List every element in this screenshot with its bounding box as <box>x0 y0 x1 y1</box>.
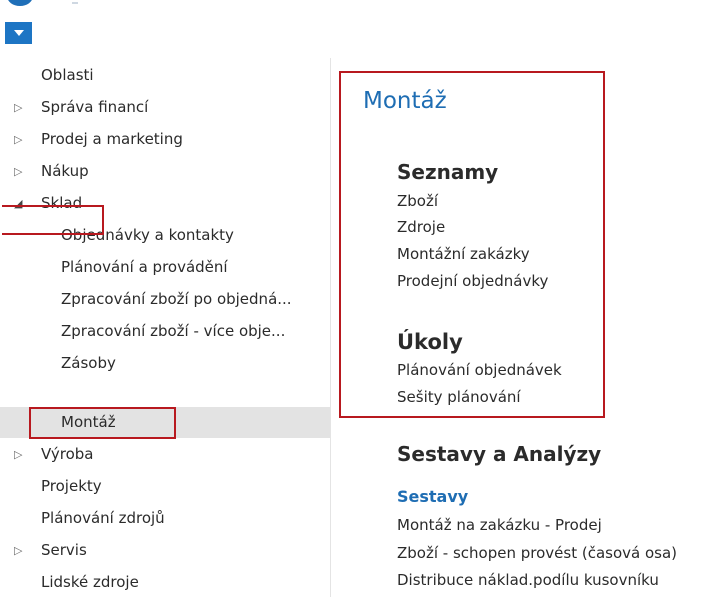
nav-item-label: Zpracování zboží po objedná... <box>61 290 292 308</box>
link-zbozi[interactable]: Zboží <box>397 192 438 210</box>
link-planovani-objednavek[interactable]: Plánování objednávek <box>397 361 562 379</box>
nav-item-label: Výroba <box>41 445 94 463</box>
link-zbozi-schopen-provest[interactable]: Zboží - schopen provést (časová osa) <box>397 544 677 562</box>
link-prodejni-objednavky[interactable]: Prodejní objednávky <box>397 272 548 290</box>
navigation-dropdown-button[interactable] <box>5 22 32 44</box>
expand-arrow-icon[interactable]: ▷ <box>14 124 22 155</box>
lists-heading: Seznamy <box>397 160 499 184</box>
nav-item-vyroba[interactable]: ▷ Výroba <box>0 439 330 470</box>
nav-item-label: Projekty <box>41 477 102 495</box>
link-sesity-planovani[interactable]: Sešity plánování <box>397 388 521 406</box>
nav-item-oblasti[interactable]: Oblasti <box>0 60 330 91</box>
nav-item-projekty[interactable]: Projekty <box>0 471 330 502</box>
nav-item-label: Nákup <box>41 162 89 180</box>
nav-item-nakup[interactable]: ▷ Nákup <box>0 156 330 187</box>
nav-subitem-zasoby[interactable]: Zásoby <box>0 348 330 379</box>
highlight-box-sklad <box>2 205 104 235</box>
logo-decoration <box>72 2 78 4</box>
nav-subitem-zpracovani-zbozi-po-objednavce[interactable]: Zpracování zboží po objedná... <box>0 284 330 315</box>
nav-item-label: Zpracování zboží - více obje... <box>61 322 286 340</box>
link-montaz-na-zakazku-prodej[interactable]: Montáž na zakázku - Prodej <box>397 516 602 534</box>
nav-item-servis[interactable]: ▷ Servis <box>0 535 330 566</box>
pane-divider <box>330 58 331 597</box>
tasks-heading: Úkoly <box>397 330 463 354</box>
nav-item-label: Oblasti <box>41 66 94 84</box>
nav-item-lidske-zdroje[interactable]: Lidské zdroje <box>0 567 330 598</box>
nav-subitem-planovani-a-provadeni[interactable]: Plánování a provádění <box>0 252 330 283</box>
reports-heading: Sestavy a Analýzy <box>397 442 602 466</box>
nav-item-sprava-financi[interactable]: ▷ Správa financí <box>0 92 330 123</box>
link-zdroje[interactable]: Zdroje <box>397 218 445 236</box>
nav-item-label: Plánování zdrojů <box>41 509 165 527</box>
nav-item-label: Plánování a provádění <box>61 258 228 276</box>
link-distribuce-nakladu-kusovniku[interactable]: Distribuce náklad.podílu kusovníku <box>397 571 659 589</box>
nav-item-prodej-a-marketing[interactable]: ▷ Prodej a marketing <box>0 124 330 155</box>
nav-subitem-zpracovani-zbozi-vice-objednavek[interactable]: Zpracování zboží - více obje... <box>0 316 330 347</box>
expand-arrow-icon[interactable]: ▷ <box>14 156 22 187</box>
nav-item-label: Servis <box>41 541 87 559</box>
expand-arrow-icon[interactable]: ▷ <box>14 439 22 470</box>
nav-item-label: Lidské zdroje <box>41 573 139 591</box>
highlight-box-montaz <box>29 407 176 439</box>
nav-item-planovani-zdroju[interactable]: Plánování zdrojů <box>0 503 330 534</box>
chevron-down-icon <box>13 30 24 36</box>
page-title: Montáž <box>363 88 447 114</box>
nav-item-label: Prodej a marketing <box>41 130 183 148</box>
link-montazni-zakazky[interactable]: Montážní zakázky <box>397 245 530 263</box>
app-logo-icon <box>7 0 33 6</box>
reports-subheading: Sestavy <box>397 487 469 506</box>
expand-arrow-icon[interactable]: ▷ <box>14 92 22 123</box>
expand-arrow-icon[interactable]: ▷ <box>14 535 22 566</box>
nav-item-label: Správa financí <box>41 98 149 116</box>
nav-item-label: Zásoby <box>61 354 116 372</box>
